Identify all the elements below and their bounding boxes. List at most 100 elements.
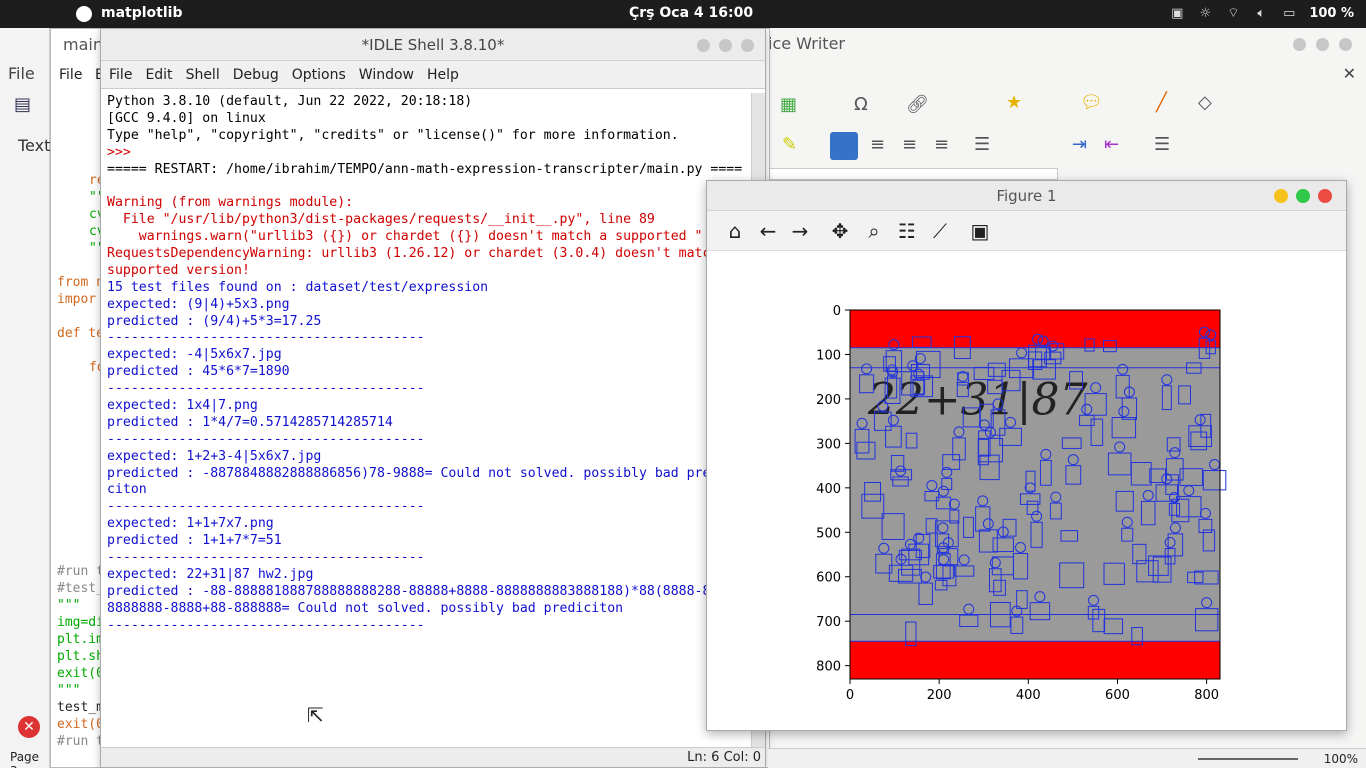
code-line: def te	[57, 326, 104, 341]
shell-line: predicted : 45*6*7=1890	[107, 364, 290, 380]
menu-debug[interactable]: Debug	[233, 67, 279, 83]
figure-titlebar[interactable]: Figure 1	[707, 181, 1346, 211]
active-app-name[interactable]: matplotlib	[101, 5, 182, 21]
shell-line: predicted : 1+1+7*7=51	[107, 533, 282, 549]
menu-shell[interactable]: Shell	[186, 67, 220, 83]
shell-line: Type "help", "copyright", "credits" or "…	[107, 127, 679, 143]
shell-line: expected: 22+31|87 hw2.jpg	[107, 566, 314, 582]
figure-close-button[interactable]	[1318, 189, 1332, 203]
shell-line: Warning (from warnings module):	[107, 195, 354, 211]
close-error-icon[interactable]: ✕	[18, 716, 40, 738]
edit-axis-icon[interactable]: ⟋	[928, 219, 952, 243]
shell-line: ----------------------------------------	[107, 431, 425, 447]
comment-icon[interactable]: 💬︎	[1080, 92, 1103, 113]
code-line: from n	[57, 275, 104, 290]
menu-help[interactable]: Help	[427, 67, 459, 83]
y-tick-label: 400	[816, 482, 841, 497]
x-tick-label: 600	[1105, 688, 1130, 703]
star-icon[interactable]: ★	[1006, 92, 1022, 113]
app-icon	[76, 6, 92, 22]
code-line: exit(0	[57, 717, 104, 732]
shell-line: >>>	[107, 144, 139, 160]
editor-menu-file[interactable]: File	[59, 67, 82, 83]
link-icon[interactable]: 🔗︎	[906, 94, 929, 115]
shell-line: supported version!	[107, 262, 250, 278]
spacing-icon[interactable]: ☰	[1154, 134, 1170, 155]
left-background-window: File ▤ Text ✕ Page 3	[0, 28, 50, 768]
forward-icon[interactable]: →	[788, 219, 812, 243]
justify-icon[interactable]: ≡	[934, 134, 949, 155]
shape-icon[interactable]: ◇	[1198, 92, 1212, 113]
page-label: Page 3	[10, 750, 40, 768]
menu-options[interactable]: Options	[292, 67, 346, 83]
code-line: """	[57, 683, 81, 698]
x-tick-label: 200	[927, 688, 952, 703]
writer-close-icon[interactable]: ✕	[1343, 64, 1356, 83]
writer-close-button[interactable]	[1339, 38, 1352, 51]
zoom-slider[interactable]	[1198, 758, 1298, 760]
save-icon[interactable]: ▣	[968, 219, 992, 243]
idle-menubar: File Edit Shell Debug Options Window Hel…	[101, 61, 765, 89]
cursor-position: Ln: 6 Col: 0	[687, 750, 761, 765]
figure-toolbar: ⌂ ← → ✥ ⌕ ☷ ⟋ ▣	[707, 211, 1346, 251]
y-tick-label: 200	[816, 393, 841, 408]
wifi-icon[interactable]: ⌔	[1225, 5, 1241, 21]
code-line: impor	[57, 292, 97, 307]
writer-maximize-button[interactable]	[1316, 38, 1329, 51]
idle-titlebar[interactable]: *IDLE Shell 3.8.10*	[101, 29, 765, 61]
shell-line: Python 3.8.10 (default, Jun 22 2022, 20:…	[107, 94, 473, 109]
volume-icon[interactable]: 🔈︎	[1253, 6, 1269, 21]
back-icon[interactable]: ←	[756, 219, 780, 243]
shell-line: ----------------------------------------	[107, 499, 425, 515]
figure-canvas[interactable]: 22+31|870 200 400 600 8000100200300400500600…	[707, 252, 1346, 730]
zoom-level[interactable]: 100%	[1324, 752, 1358, 766]
battery-level: 100 %	[1309, 5, 1354, 21]
omega-icon[interactable]: Ω	[854, 94, 868, 115]
side-text-style[interactable]: Text	[18, 136, 50, 155]
insert-table-icon[interactable]: ▦	[780, 94, 797, 115]
code-line: test_m	[57, 700, 104, 715]
system-tray[interactable]: ▣ ☼ ⌔ 🔈︎ ▭ 100 %	[1169, 5, 1354, 22]
figure-maximize-button[interactable]	[1296, 189, 1310, 203]
shell-line: predicted : (9/4)+5*3=17.25	[107, 313, 322, 329]
align-left-button[interactable]	[830, 132, 858, 160]
line-icon[interactable]: ╱	[1156, 92, 1167, 113]
menu-file[interactable]: File	[109, 67, 132, 83]
document-icon[interactable]: ▤	[14, 94, 31, 115]
side-file-menu[interactable]: File	[8, 64, 35, 83]
screenshot-icon[interactable]: ▣	[1169, 6, 1185, 21]
brightness-icon[interactable]: ☼	[1197, 6, 1213, 21]
idle-maximize-button[interactable]	[719, 39, 732, 52]
writer-minimize-button[interactable]	[1293, 38, 1306, 51]
y-tick-label: 700	[816, 615, 841, 630]
idle-minimize-button[interactable]	[697, 39, 710, 52]
pan-icon[interactable]: ✥	[828, 219, 852, 243]
battery-icon[interactable]: ▭	[1281, 6, 1297, 21]
zoom-icon[interactable]: ⌕	[862, 219, 886, 243]
shell-line: expected: 1x4|7.png	[107, 398, 258, 414]
indent-icon[interactable]: ⇥	[1072, 134, 1087, 155]
shell-output[interactable]: Python 3.8.10 (default, Jun 22 2022, 20:…	[107, 94, 747, 744]
shell-line: File "/usr/lib/python3/dist-packages/req…	[107, 212, 655, 228]
home-icon[interactable]: ⌂	[723, 219, 747, 243]
shell-line: expected: 1+2+3-4|5x6x7.jpg	[107, 448, 322, 464]
code-line: """	[57, 598, 81, 613]
figure-minimize-button[interactable]	[1274, 189, 1288, 203]
highlight-icon[interactable]: ✎	[782, 134, 797, 155]
configure-icon[interactable]: ☷	[895, 219, 919, 243]
code-line: #run t	[57, 734, 104, 749]
align-center-icon[interactable]: ≡	[870, 134, 885, 155]
shell-line: predicted : 1*4/7=0.5714285714285714	[107, 414, 393, 430]
menu-edit[interactable]: Edit	[145, 67, 172, 83]
align-right-icon[interactable]: ≡	[902, 134, 917, 155]
menu-window[interactable]: Window	[359, 67, 414, 83]
shell-line: ===== RESTART: /home/ibrahim/TEMPO/ann-m…	[107, 161, 743, 177]
y-tick-label: 300	[816, 437, 841, 452]
shell-line: expected: -4|5x6x7.jpg	[107, 347, 282, 363]
writer-statusbar: 100%	[768, 748, 1366, 768]
outdent-icon[interactable]: ⇤	[1104, 134, 1119, 155]
list-icon[interactable]: ☰	[974, 134, 990, 155]
idle-close-button[interactable]	[741, 39, 754, 52]
clock[interactable]: Çrş Oca 4 16:00	[629, 5, 753, 21]
idle-title: *IDLE Shell 3.8.10*	[361, 36, 505, 54]
